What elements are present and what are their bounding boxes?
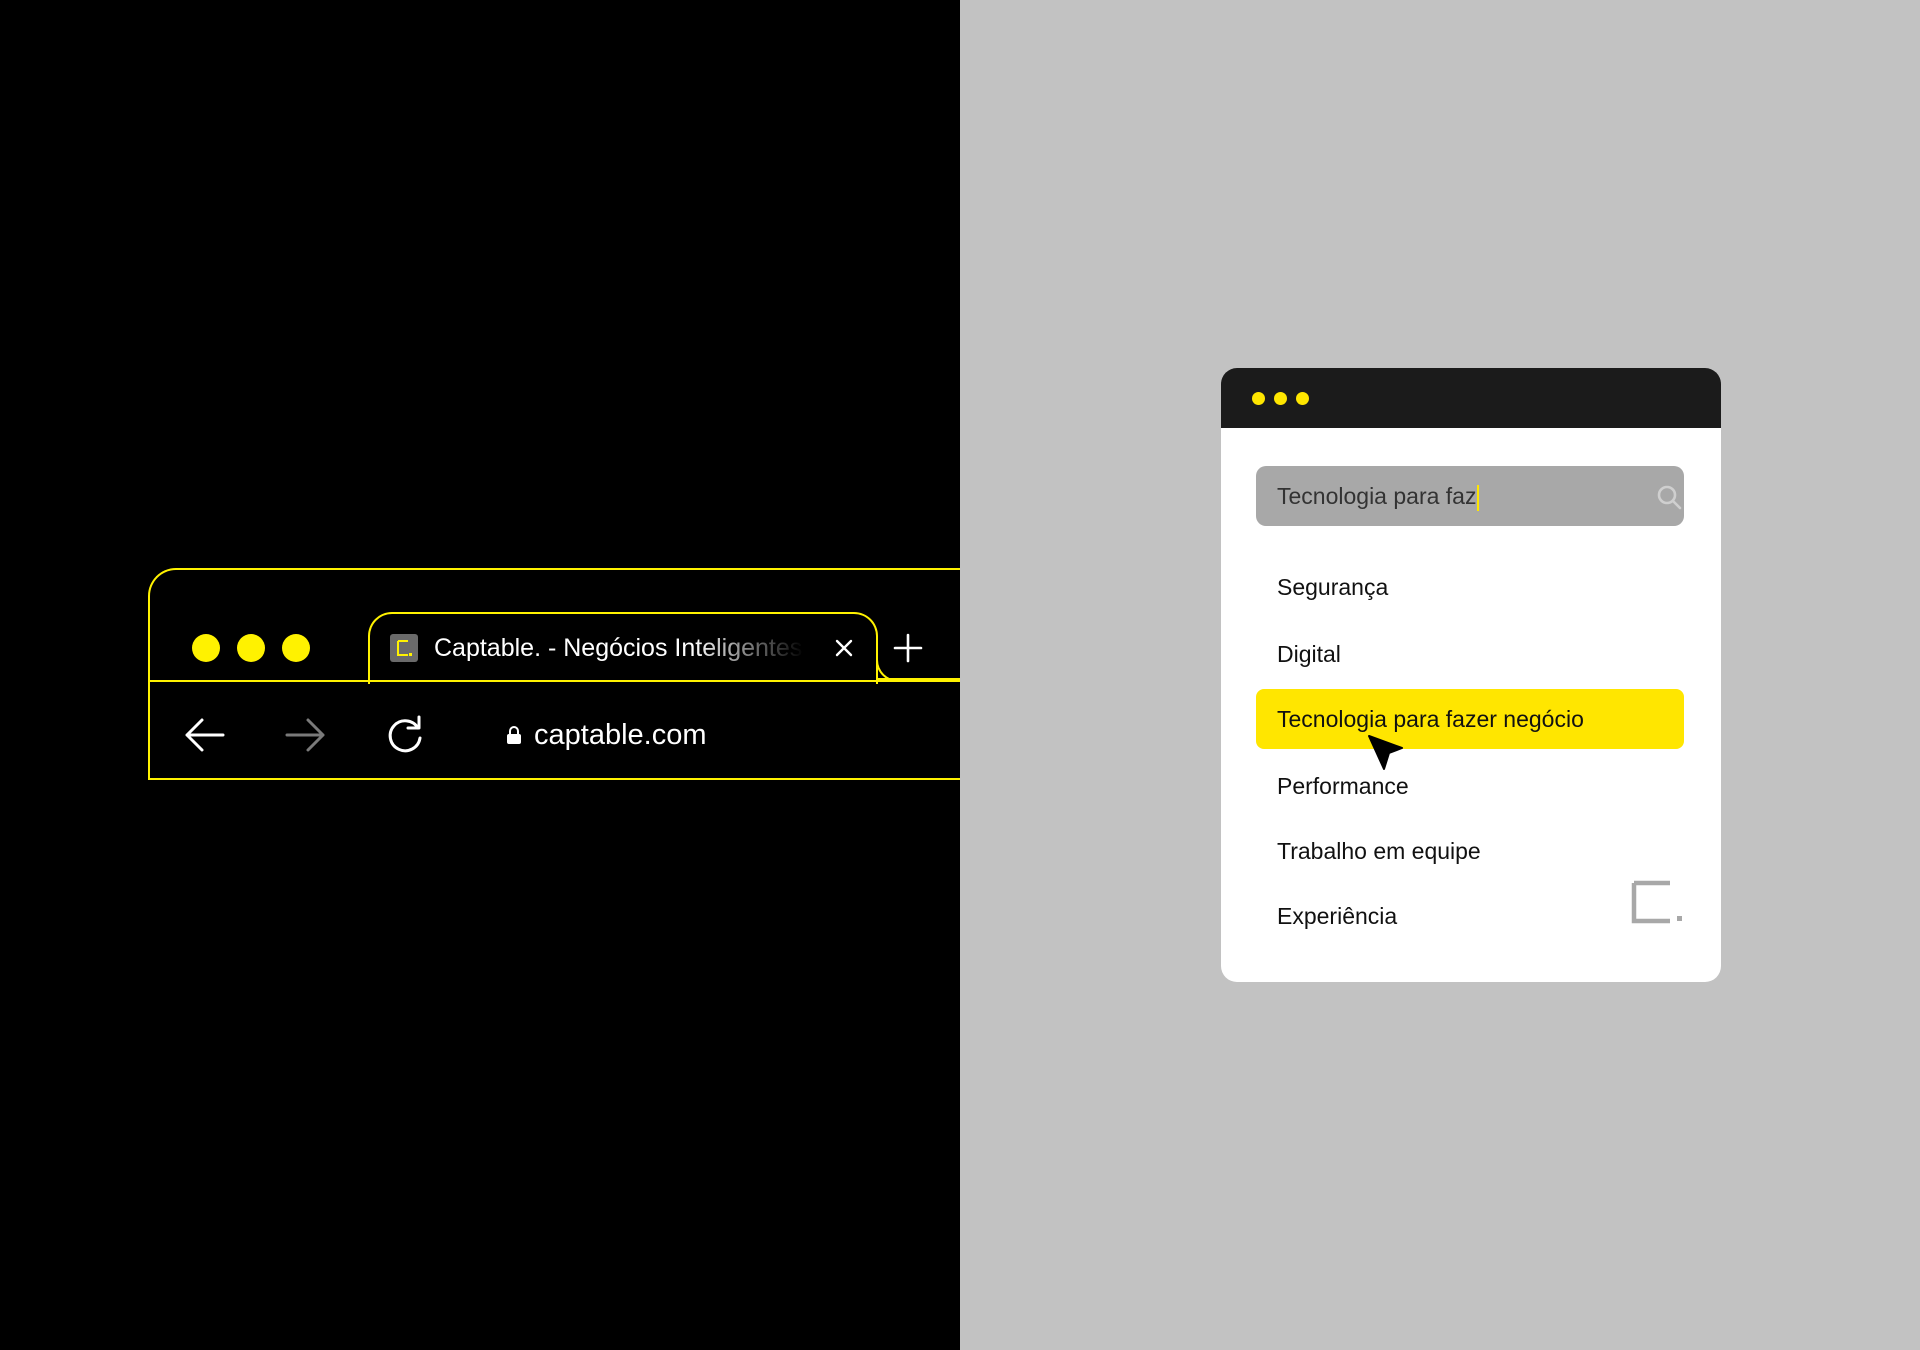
- browser-tab-active[interactable]: Captable. - Negócios Inteligentes: [368, 612, 878, 684]
- tab-title: Captable. - Negócios Inteligentes: [434, 634, 803, 662]
- lock-icon: [507, 726, 521, 744]
- suggestion-item-active[interactable]: Tecnologia para fazer negócio: [1256, 689, 1684, 749]
- suggestion-item[interactable]: Performance: [1256, 756, 1684, 816]
- suggestion-item[interactable]: Digital: [1256, 624, 1684, 684]
- browser-window: Captable. - Negócios Inteligentes captab: [148, 568, 960, 780]
- close-icon[interactable]: [832, 636, 856, 660]
- search-input-value: Tecnologia para faz: [1277, 482, 1480, 511]
- search-icon[interactable]: [1656, 484, 1682, 510]
- maximize-window-dot[interactable]: [1296, 392, 1309, 405]
- url-text: captable.com: [534, 718, 707, 751]
- close-window-dot[interactable]: [192, 634, 220, 662]
- plus-icon[interactable]: [892, 632, 924, 664]
- text-caret: [1477, 484, 1480, 511]
- right-panel: Tecnologia para faz Segurança Digital Te…: [960, 0, 1920, 1350]
- close-window-dot[interactable]: [1252, 392, 1265, 405]
- minimize-window-dot[interactable]: [1274, 392, 1287, 405]
- arrow-right-icon[interactable]: [282, 712, 328, 758]
- suggestion-item[interactable]: Experiência: [1256, 886, 1684, 946]
- captable-logo-icon: [390, 634, 418, 662]
- captable-logo-mark: [1631, 880, 1682, 924]
- arrow-left-icon[interactable]: [182, 712, 228, 758]
- mouse-pointer-icon: [1368, 735, 1403, 770]
- window-controls: [1252, 392, 1309, 405]
- window-titlebar: [1221, 368, 1721, 428]
- toolbar-divider: [150, 680, 960, 682]
- left-panel: Captable. - Negócios Inteligentes captab: [0, 0, 960, 1350]
- minimize-window-dot[interactable]: [237, 634, 265, 662]
- search-input[interactable]: Tecnologia para faz: [1256, 466, 1684, 526]
- suggestion-item[interactable]: Trabalho em equipe: [1256, 821, 1684, 881]
- suggestion-item[interactable]: Segurança: [1256, 557, 1684, 617]
- maximize-window-dot[interactable]: [282, 634, 310, 662]
- address-bar[interactable]: captable.com: [506, 710, 707, 760]
- search-window: Tecnologia para faz Segurança Digital Te…: [1221, 368, 1721, 982]
- reload-icon[interactable]: [382, 712, 428, 758]
- window-controls: [192, 634, 310, 662]
